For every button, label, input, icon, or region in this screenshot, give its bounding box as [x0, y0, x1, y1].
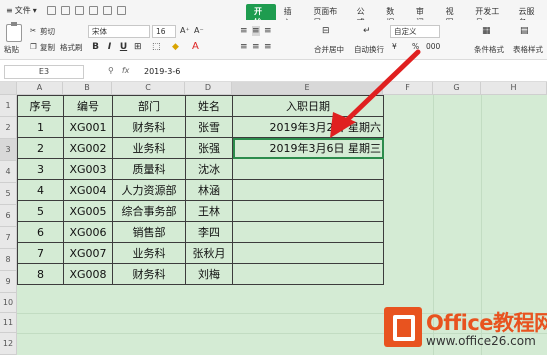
watermark-logo: Office教程网 www.office26.com	[384, 303, 547, 353]
watermark-title: Office教程网	[426, 311, 547, 335]
office-logo-icon	[384, 307, 422, 347]
annotation-arrow	[330, 49, 421, 138]
watermark-url: www.office26.com	[426, 334, 536, 348]
